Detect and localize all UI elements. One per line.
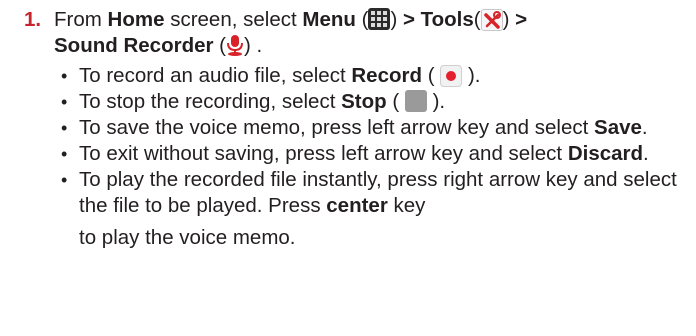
bullet-text: . bbox=[643, 142, 649, 165]
bullet-icon: • bbox=[61, 66, 68, 86]
center-label: center bbox=[326, 194, 388, 217]
list-item: • To record an audio file, select Record … bbox=[57, 63, 694, 89]
discard-label: Discard bbox=[567, 142, 644, 165]
record-label: Record bbox=[351, 64, 422, 87]
list-item: • To play the recorded file instantly, pr… bbox=[57, 167, 694, 253]
intro-text: ( bbox=[213, 34, 226, 57]
save-label: Save bbox=[594, 116, 642, 139]
menu-grid-icon bbox=[368, 8, 391, 30]
step-number: 1. bbox=[24, 8, 42, 31]
intro-text: From bbox=[54, 8, 108, 31]
intro-text: ( bbox=[355, 8, 369, 31]
intro-text: ) bbox=[390, 8, 403, 31]
bullet-text: To stop the recording, select bbox=[79, 90, 342, 113]
bullet-icon: • bbox=[61, 144, 68, 164]
intro-arrow: > bbox=[515, 8, 528, 31]
bullet-list: • To record an audio file, select Record … bbox=[24, 63, 694, 253]
stop-icon bbox=[404, 90, 427, 112]
intro-text: ) . bbox=[244, 34, 263, 57]
tools-icon bbox=[480, 9, 503, 31]
intro-text: ) bbox=[502, 8, 516, 31]
bullet-text: key bbox=[387, 194, 426, 217]
bullet-text: ). bbox=[432, 90, 446, 113]
bullet-text: To exit without saving, press left arrow… bbox=[79, 142, 568, 165]
bullet-icon: • bbox=[61, 92, 68, 112]
microphone-icon bbox=[226, 34, 244, 56]
sound-recorder-label: Sound Recorder bbox=[54, 34, 214, 57]
step-intro: From Home screen, select Menu () > Tools… bbox=[54, 7, 694, 59]
bullet-text: . bbox=[641, 116, 648, 139]
bullet-text: To record an audio file, select bbox=[79, 64, 352, 87]
intro-text: ( bbox=[473, 8, 481, 31]
tools-label: > Tools bbox=[402, 8, 474, 31]
menu-label: Menu bbox=[302, 8, 356, 31]
stop-label: Stop bbox=[341, 90, 387, 113]
list-item: • To save the voice memo, press left arro… bbox=[57, 115, 694, 141]
bullet-text-continuation: to play the voice memo. bbox=[79, 226, 296, 249]
record-icon bbox=[440, 65, 463, 87]
bullet-icon: • bbox=[61, 118, 68, 138]
home-label: Home bbox=[107, 8, 165, 31]
list-item: • To exit without saving, press left arro… bbox=[57, 141, 694, 167]
list-item: • To stop the recording, select Stop ( ). bbox=[57, 89, 694, 115]
bullet-icon: • bbox=[61, 170, 68, 190]
bullet-text: ). bbox=[467, 64, 481, 87]
intro-text: screen, select bbox=[164, 8, 303, 31]
bullet-text: To save the voice memo, press left arrow… bbox=[79, 116, 595, 139]
instruction-page: 1. From Home screen, select Menu () > To… bbox=[0, 0, 696, 336]
bullet-text: ( bbox=[386, 90, 400, 113]
bullet-text: ( bbox=[422, 64, 435, 87]
step-1: 1. From Home screen, select Menu () > To… bbox=[24, 7, 694, 253]
